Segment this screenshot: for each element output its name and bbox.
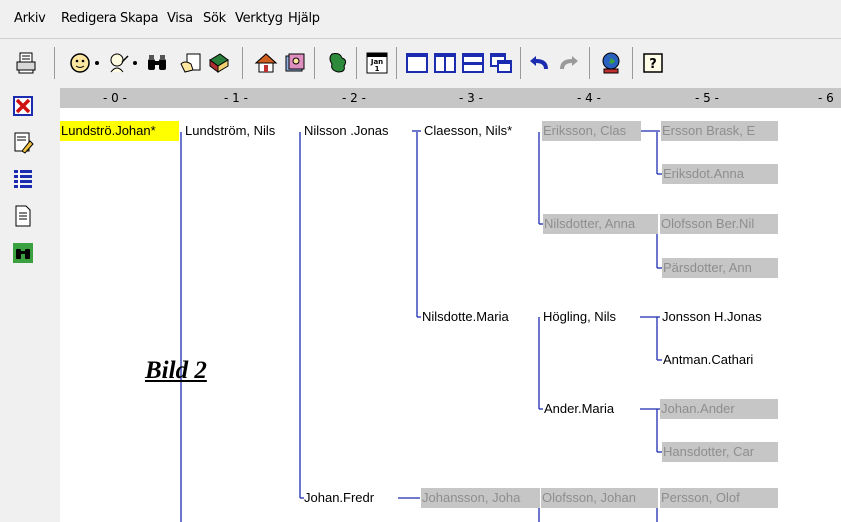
person-node[interactable]: Olofsson, Johan	[541, 488, 658, 508]
chevron-down-icon[interactable]	[90, 48, 104, 78]
home-icon[interactable]	[253, 48, 279, 78]
two-pane-icon[interactable]	[432, 48, 458, 78]
list-icon[interactable]	[10, 166, 36, 192]
pedigree-canvas[interactable]: - 0 - - 1 - - 2 - - 3 - - 4 - - 5 - - 6	[60, 88, 841, 522]
person-node[interactable]: Lundström, Nils	[184, 121, 297, 141]
toolbar: Jan 1 ?	[0, 38, 841, 89]
person-node[interactable]: Nilsdotte.Maria	[421, 307, 538, 327]
person-node[interactable]: Eriksson, Clas	[542, 121, 641, 141]
toolbar-separator	[242, 47, 243, 79]
undo-icon[interactable]	[527, 48, 553, 78]
person-node[interactable]: Johansson, Joha	[421, 488, 540, 508]
menu-visa[interactable]: Visa	[167, 11, 193, 26]
svg-text:1: 1	[375, 65, 380, 73]
toolbar-separator	[356, 47, 357, 79]
help-icon[interactable]: ?	[640, 48, 666, 78]
single-pane-icon[interactable]	[404, 48, 430, 78]
window-cascade-icon[interactable]	[488, 48, 514, 78]
edit-hand-icon[interactable]	[178, 48, 204, 78]
family-book-icon[interactable]	[282, 48, 308, 78]
map-icon[interactable]	[325, 48, 351, 78]
person-node[interactable]: Nilsson .Jonas	[303, 121, 412, 141]
search-binoculars-icon[interactable]	[10, 240, 36, 266]
book-icon[interactable]	[206, 48, 232, 78]
person-node[interactable]: Ersson Brask, E	[661, 121, 778, 141]
toolbar-separator	[54, 47, 55, 79]
image-caption: Bild 2	[145, 357, 207, 384]
toolbar-separator	[396, 47, 397, 79]
person-node[interactable]: Antman.Cathari	[662, 350, 778, 370]
horizontal-split-icon[interactable]	[460, 48, 486, 78]
person-node[interactable]: Pärsdotter, Ann	[662, 258, 778, 278]
binoculars-icon[interactable]	[144, 48, 170, 78]
person-node[interactable]: Jonsson H.Jonas	[661, 307, 778, 327]
redo-icon[interactable]	[555, 48, 581, 78]
person-node[interactable]: Claesson, Nils*	[423, 121, 538, 141]
menu-redigera[interactable]: Redigera	[61, 11, 117, 26]
menu-bar: Arkiv Redigera Skapa Visa Sök Verktyg Hj…	[0, 0, 841, 36]
left-sidebar	[0, 88, 60, 522]
toolbar-separator	[520, 47, 521, 79]
edit-notes-icon[interactable]	[10, 130, 36, 156]
person-node[interactable]: Eriksdot.Anna	[662, 164, 778, 184]
person-node[interactable]: Lundströ.Johan*	[60, 121, 179, 141]
menu-arkiv[interactable]: Arkiv	[14, 11, 46, 26]
person-node[interactable]: Persson, Olof	[660, 488, 778, 508]
person-node[interactable]: Högling, Nils	[542, 307, 641, 327]
chevron-down-icon[interactable]	[128, 48, 142, 78]
menu-sok[interactable]: Sök	[203, 11, 226, 26]
menu-verktyg[interactable]: Verktyg	[235, 11, 283, 26]
print-icon[interactable]	[13, 48, 39, 78]
person-node[interactable]: Nilsdotter, Anna	[543, 214, 658, 234]
globe-icon[interactable]	[598, 48, 624, 78]
menu-skapa[interactable]: Skapa	[120, 11, 159, 26]
toolbar-separator	[589, 47, 590, 79]
document-icon[interactable]	[10, 203, 36, 229]
toolbar-separator	[314, 47, 315, 79]
person-node[interactable]: Johan.Fredr	[303, 488, 399, 508]
person-node[interactable]: Hansdotter, Car	[662, 442, 778, 462]
calendar-icon[interactable]: Jan 1	[364, 48, 390, 78]
person-node[interactable]: Olofsson Ber.Nil	[660, 214, 778, 234]
toolbar-separator	[632, 47, 633, 79]
delete-icon[interactable]	[10, 93, 36, 119]
person-node[interactable]: Johan.Ander	[660, 399, 778, 419]
person-node[interactable]: Ander.Maria	[543, 399, 640, 419]
menu-hjalp[interactable]: Hjälp	[288, 11, 320, 26]
svg-text:?: ?	[649, 57, 657, 72]
